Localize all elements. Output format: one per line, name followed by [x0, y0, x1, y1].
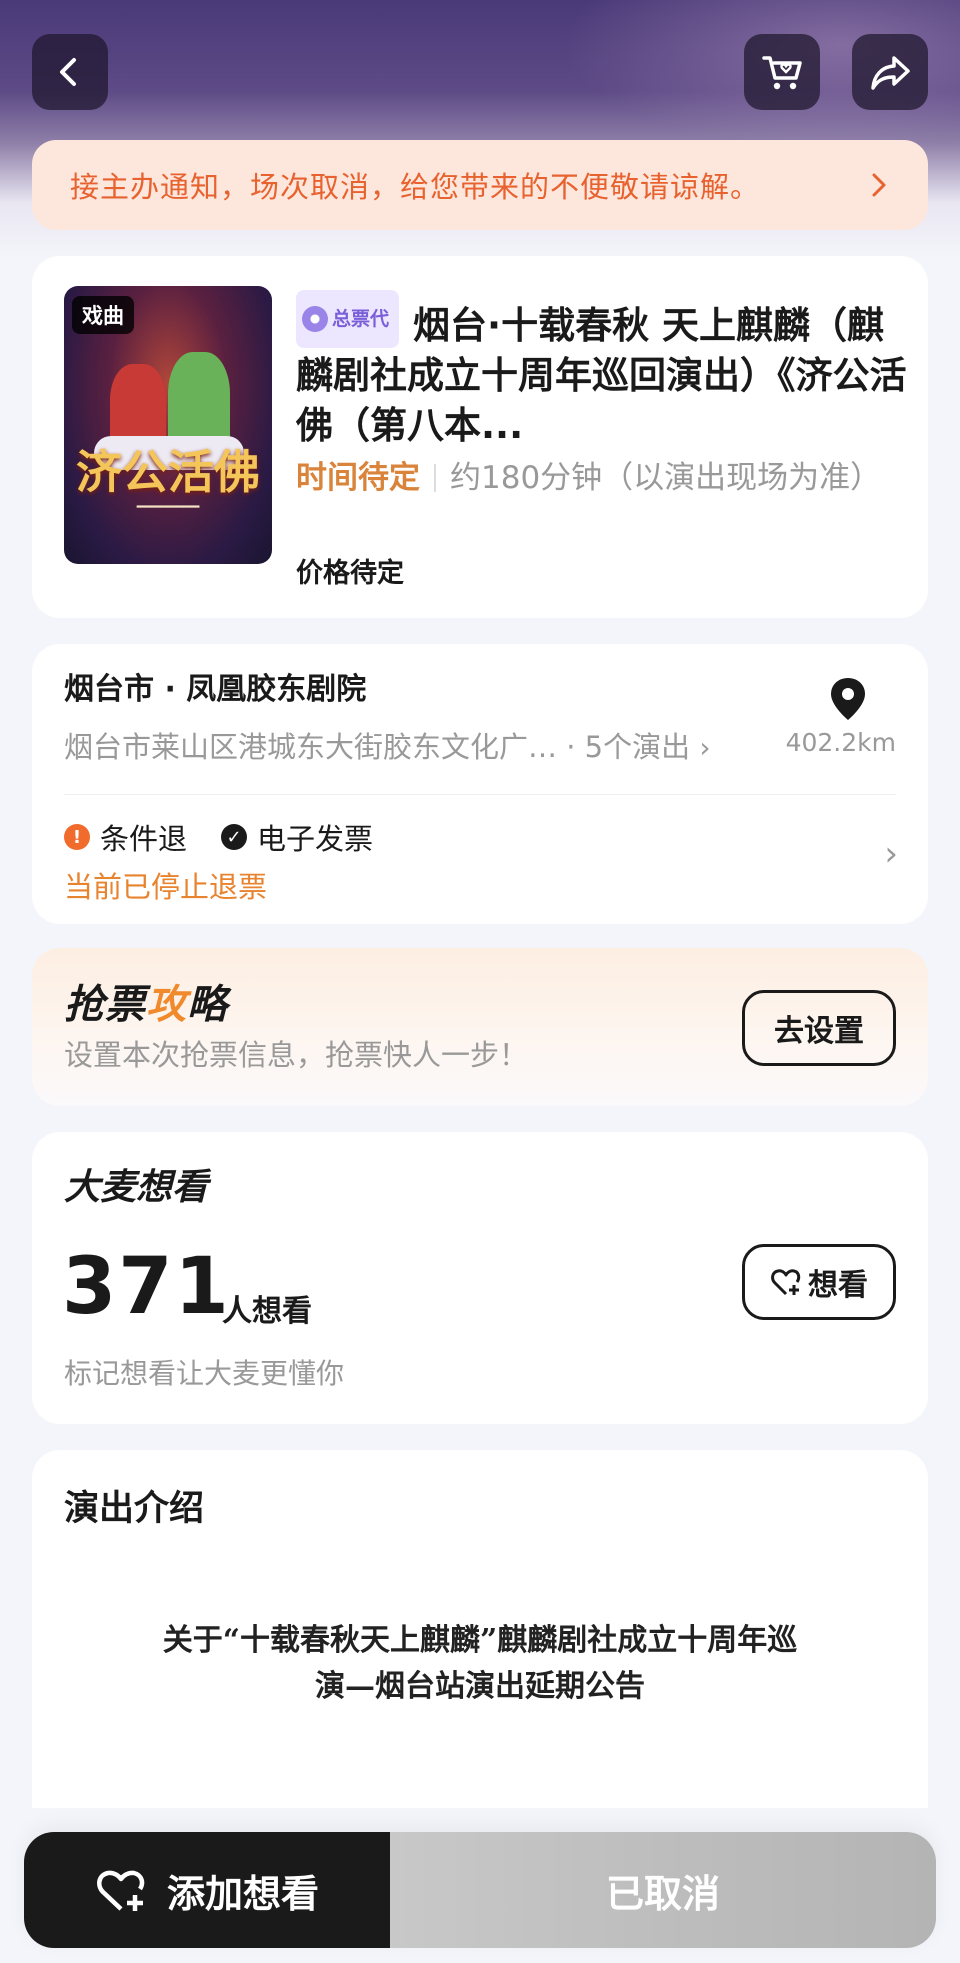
cancellation-notice[interactable]: 接主办通知，场次取消，给您带来的不便敬请谅解。: [32, 140, 928, 230]
show-poster[interactable]: 戏曲 济公活佛 ━━━━━━━━: [64, 286, 272, 564]
venue-distance: 402.2km: [785, 728, 896, 757]
poster-title: 济公活佛: [76, 445, 260, 499]
venue-address: 烟台市莱山区港城东大街胶东文化广…: [64, 730, 558, 764]
invoice-tag: 电子发票: [257, 822, 374, 856]
share-icon: [871, 56, 910, 90]
venue-address-row[interactable]: 烟台市莱山区港城东大街胶东文化广… · 5个演出 ›: [64, 724, 711, 766]
bottom-action-bar: 添加想看 已取消: [24, 1832, 936, 1948]
cart-heart-icon: [762, 56, 802, 90]
venue-name: 烟台市 · 凤凰胶东剧院: [64, 672, 367, 707]
want-to-see-card: 大麦想看 371 人想看 标记想看让大麦更懂你 想看: [32, 1132, 928, 1424]
location-pin-icon[interactable]: [828, 676, 868, 722]
cancelled-status-button[interactable]: 已取消: [390, 1832, 936, 1948]
heart-plus-icon: [97, 1870, 145, 1911]
intro-card: 演出介绍 关于“十载春秋天上麒麟”麒麟剧社成立十周年巡 演—烟台站演出延期公告: [32, 1450, 928, 1850]
show-info-card: 戏曲 济公活佛 ━━━━━━━━ 总票代 烟台·十载春秋 天上麒麟（麒麟剧社成立十…: [32, 256, 928, 618]
alert-icon: !: [64, 824, 90, 850]
chevron-right-icon[interactable]: ›: [884, 834, 898, 874]
ticket-strategy-card: 抢票攻略 设置本次抢票信息，抢票快人一步！ 去设置: [32, 948, 928, 1106]
poster-subtitle: ━━━━━━━━: [136, 500, 200, 515]
want-hint: 标记想看让大麦更懂你: [64, 1357, 345, 1390]
intro-title: 演出介绍: [64, 1489, 205, 1529]
chevron-right-icon: [872, 173, 886, 197]
agent-badge-icon: [302, 306, 328, 332]
show-title[interactable]: 总票代 烟台·十载春秋 天上麒麟（麒麟剧社成立十周年巡回演出）《济公活佛（第八本.…: [296, 290, 916, 451]
venue-card: 烟台市 · 凤凰胶东剧院 烟台市莱山区港城东大街胶东文化广… · 5个演出 › …: [32, 644, 928, 924]
notice-text: 接主办通知，场次取消，给您带来的不便敬请谅解。: [70, 170, 761, 204]
want-unit: 人想看: [222, 1294, 312, 1329]
back-button[interactable]: [32, 34, 108, 110]
show-time: 时间待定: [296, 460, 420, 496]
add-want-button[interactable]: 添加想看: [24, 1832, 390, 1948]
intro-announcement: 关于“十载春秋天上麒麟”麒麟剧社成立十周年巡 演—烟台站演出延期公告: [162, 1623, 798, 1704]
heart-plus-icon: [771, 1269, 801, 1296]
ticket-policy-row[interactable]: ! 条件退 ✓ 电子发票: [64, 816, 373, 858]
strategy-subtitle: 设置本次抢票信息，抢票快人一步！: [64, 1038, 529, 1072]
want-title: 大麦想看: [64, 1167, 209, 1208]
meta-separator: [434, 464, 436, 492]
cart-button[interactable]: [744, 34, 820, 110]
share-button[interactable]: [852, 34, 928, 110]
chevron-right-icon: ›: [699, 731, 711, 764]
agent-badge: 总票代: [296, 290, 400, 348]
poster-genre-tag: 戏曲: [72, 296, 134, 334]
setup-button[interactable]: 去设置: [742, 990, 896, 1066]
want-count: 371: [62, 1242, 231, 1332]
strategy-title: 抢票攻略: [64, 982, 228, 1028]
check-icon: ✓: [221, 824, 248, 850]
show-time-duration: 时间待定 约180分钟（以演出现场为准）: [296, 456, 896, 500]
show-price: 价格待定: [296, 558, 404, 589]
refund-tag: 条件退: [100, 822, 188, 856]
chevron-left-icon: [60, 58, 76, 86]
show-duration: 约180分钟（以演出现场为准）: [450, 460, 882, 496]
divider: [64, 794, 896, 795]
want-button[interactable]: 想看: [742, 1244, 896, 1320]
refund-status: 当前已停止退票: [64, 870, 268, 904]
venue-show-count: · 5个演出: [566, 730, 691, 764]
